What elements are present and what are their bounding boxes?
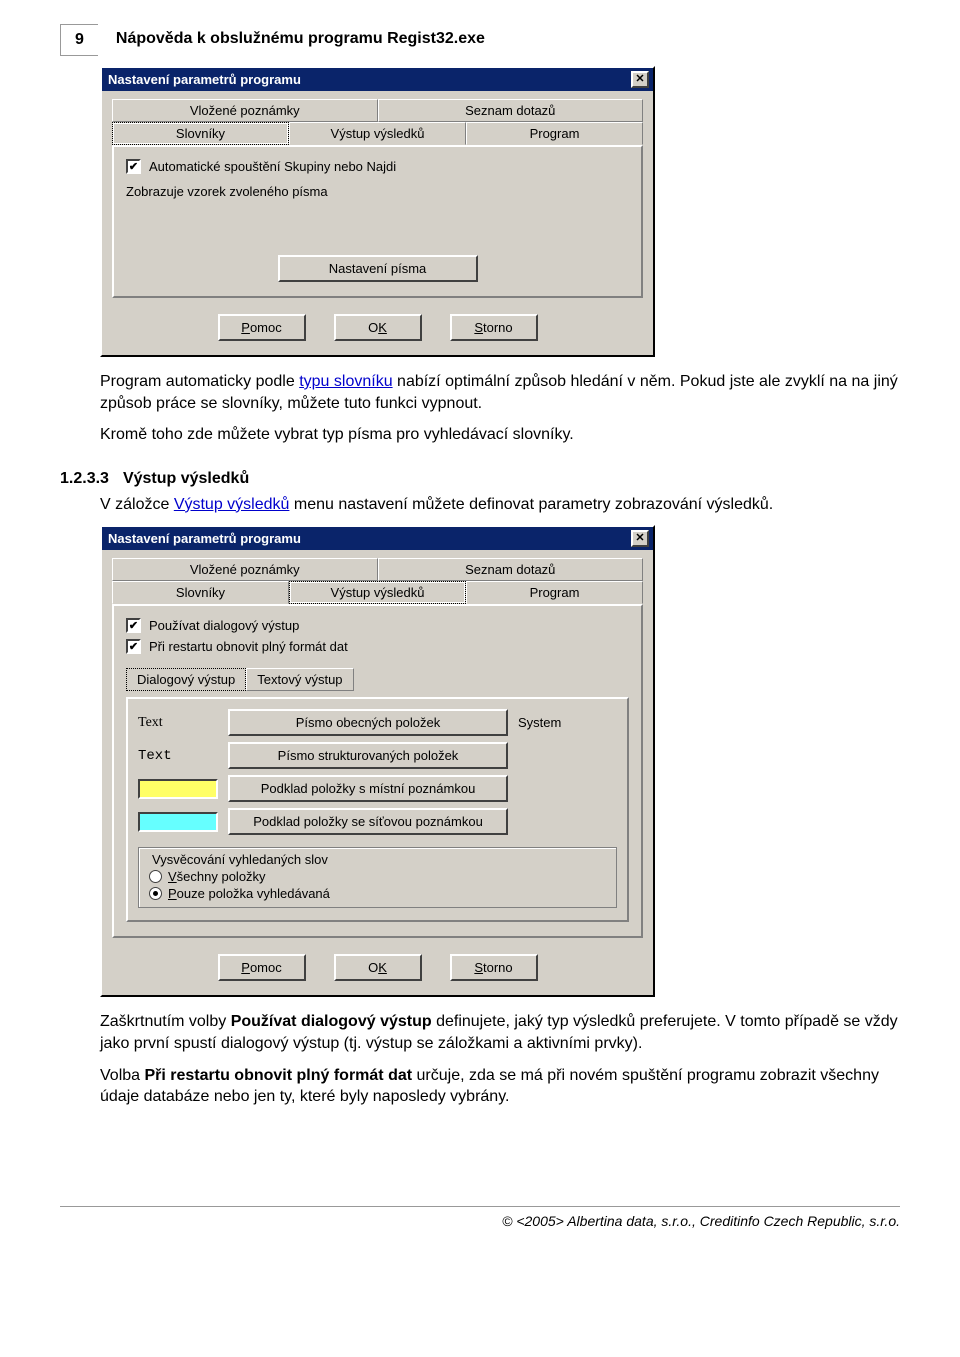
radio-only-searched[interactable] [149, 887, 162, 900]
section-title: Výstup výsledků [123, 470, 249, 488]
group-legend: Vysvěcování vyhledaných slov [149, 852, 331, 867]
general-font-button[interactable]: Písmo obecných položek [228, 709, 508, 736]
tab-row-back: Vložené poznámky Seznam dotazů [112, 99, 643, 122]
page-header: 9 Nápověda k obslužnému programu Regist3… [60, 24, 900, 56]
subtab-text-output[interactable]: Textový výstup [246, 668, 353, 691]
tab-output[interactable]: Výstup výsledků [289, 122, 466, 145]
font-sample: Text [138, 748, 218, 764]
settings-dialog-1: Nastavení parametrů programu ✕ Vložené p… [100, 66, 655, 357]
auto-run-label: Automatické spouštění Skupiny nebo Najdi [149, 159, 396, 174]
dialog-buttons: Pomoc OK Storno [112, 306, 643, 345]
body-paragraph: Kromě toho zde můžete vybrat typ písma p… [100, 424, 900, 446]
font-name-label: System [518, 715, 561, 730]
restore-full-format-checkbox[interactable]: ✔ [126, 639, 141, 654]
highlight-groupbox: Vysvěcování vyhledaných slov Všechny pol… [138, 847, 617, 908]
titlebar: Nastavení parametrů programu ✕ [102, 68, 653, 91]
page-title: Nápověda k obslužnému programu Regist32.… [116, 24, 485, 48]
local-note-color-swatch[interactable] [138, 779, 218, 799]
tab-output[interactable]: Výstup výsledků [289, 581, 466, 604]
use-dialog-output-checkbox[interactable]: ✔ [126, 618, 141, 633]
page-footer: © <2005> Albertina data, s.r.o., Crediti… [60, 1206, 900, 1229]
font-sample: Text [138, 715, 218, 731]
body-paragraph: Zaškrtnutím volby Používat dialogový výs… [100, 1011, 900, 1054]
cancel-button[interactable]: Storno [450, 314, 538, 341]
tab-row-front: Slovníky Výstup výsledků Program [112, 122, 643, 145]
tab-notes[interactable]: Vložené poznámky [112, 99, 378, 122]
tab-queries[interactable]: Seznam dotazů [378, 99, 644, 122]
link-type-slovniku[interactable]: typu slovníku [299, 373, 392, 390]
tab-panel-dictionaries: ✔ Automatické spouštění Skupiny nebo Naj… [112, 145, 643, 298]
help-button[interactable]: Pomoc [218, 954, 306, 981]
body-paragraph: V záložce Výstup výsledků menu nastavení… [100, 494, 900, 516]
tab-dictionaries[interactable]: Slovníky [112, 122, 289, 145]
settings-dialog-2: Nastavení parametrů programu ✕ Vložené p… [100, 525, 655, 997]
network-note-color-swatch[interactable] [138, 812, 218, 832]
close-icon[interactable]: ✕ [631, 530, 649, 547]
tab-queries[interactable]: Seznam dotazů [378, 558, 644, 581]
dialog-title: Nastavení parametrů programu [108, 72, 301, 87]
auto-run-checkbox[interactable]: ✔ [126, 159, 141, 174]
close-icon[interactable]: ✕ [631, 71, 649, 88]
tab-program[interactable]: Program [466, 581, 643, 604]
subtab-dialog-output[interactable]: Dialogový výstup [126, 668, 246, 691]
body-paragraph: Program automaticky podle typu slovníku … [100, 371, 900, 414]
local-note-bg-button[interactable]: Podklad položky s místní poznámkou [228, 775, 508, 802]
cancel-button[interactable]: Storno [450, 954, 538, 981]
font-settings-button[interactable]: Nastavení písma [278, 255, 478, 282]
page-number: 9 [60, 24, 98, 56]
ok-button[interactable]: OK [334, 314, 422, 341]
ok-button[interactable]: OK [334, 954, 422, 981]
subtab-panel: Text Písmo obecných položek System Text … [126, 697, 629, 922]
structured-font-button[interactable]: Písmo strukturovaných položek [228, 742, 508, 769]
tab-dictionaries[interactable]: Slovníky [112, 581, 289, 604]
help-button[interactable]: Pomoc [218, 314, 306, 341]
radio-all-items[interactable] [149, 870, 162, 883]
link-vystup-vysledku[interactable]: Výstup výsledků [174, 496, 290, 513]
tab-program[interactable]: Program [466, 122, 643, 145]
use-dialog-output-label: Používat dialogový výstup [149, 618, 299, 633]
section-heading: 1.2.3.3 Výstup výsledků [60, 470, 900, 488]
body-paragraph: Volba Při restartu obnovit plný formát d… [100, 1065, 900, 1108]
titlebar: Nastavení parametrů programu ✕ [102, 527, 653, 550]
tab-panel-output: ✔ Používat dialogový výstup ✔ Při restar… [112, 604, 643, 938]
network-note-bg-button[interactable]: Podklad položky se síťovou poznámkou [228, 808, 508, 835]
tab-notes[interactable]: Vložené poznámky [112, 558, 378, 581]
dialog-title: Nastavení parametrů programu [108, 531, 301, 546]
section-number: 1.2.3.3 [60, 470, 109, 488]
dialog-buttons: Pomoc OK Storno [112, 946, 643, 985]
restore-full-format-label: Při restartu obnovit plný formát dat [149, 639, 348, 654]
font-sample-label: Zobrazuje vzorek zvoleného písma [126, 184, 629, 199]
